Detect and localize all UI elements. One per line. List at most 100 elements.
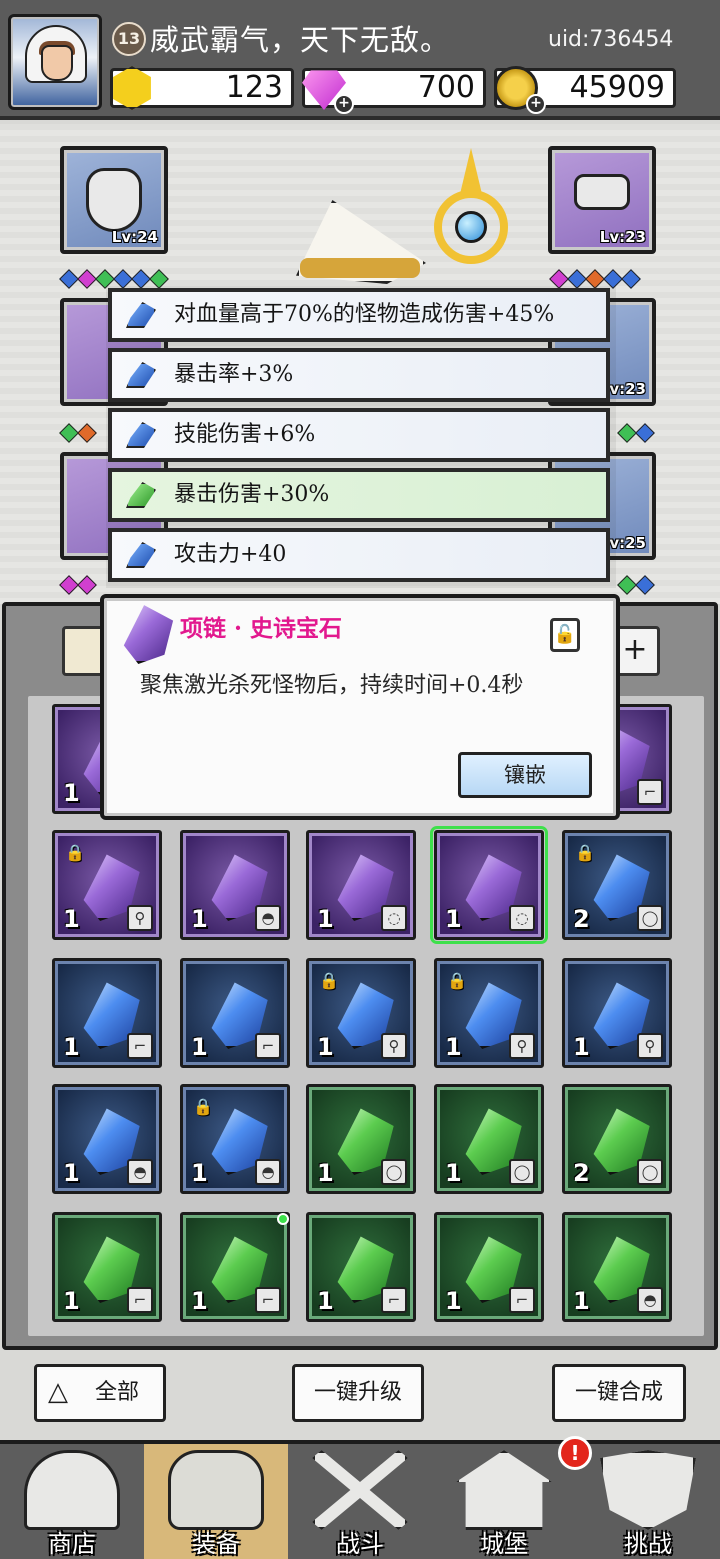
avatar-face [41,45,73,81]
boot-type-icon: ⌐ [255,1287,281,1313]
blue-gem-icon [126,422,156,448]
nav-battle[interactable]: 战斗 [288,1444,432,1559]
lock-icon: 🔒 [319,971,339,990]
equip-slot-weapon[interactable]: Lv:23 [548,146,656,254]
lock-icon: 🔒 [65,843,85,862]
hat-type-icon: ◓ [127,1159,153,1185]
lock-icon: 🔒 [447,971,467,990]
nav-challenge[interactable]: 挑战 [576,1444,720,1559]
boot-type-icon: ⌐ [381,1287,407,1313]
gem-slot[interactable]: 1 ◯ [306,1084,416,1194]
gem-count: 1 [191,905,208,933]
stat-text: 暴击伤害+30% [174,482,330,507]
popup-title: 项链 · 史诗宝石 [180,615,343,642]
gem-count: 1 [317,905,334,933]
backpack-icon [168,1450,264,1530]
stat-row: 攻击力+40 [108,528,610,582]
gem-slot[interactable]: 1 ◓ [180,830,290,940]
gem-slot[interactable]: 1 ◓ [562,1212,672,1322]
shop-mushroom-icon [24,1450,120,1530]
nav-challenge-label: 挑战 [624,1530,672,1558]
stat-row: 对血量高于70%的怪物造成伤害+45% [108,288,610,342]
new-indicator-dot [277,1213,289,1225]
boot-type-icon: ⌐ [509,1287,535,1313]
socket-gems [59,423,97,443]
nav-castle-label: 城堡 [480,1530,528,1558]
gem-count: 1 [317,1287,334,1315]
hero-hat-brim [300,258,420,278]
sword-type-icon: ⚲ [127,905,153,931]
gem-slot[interactable]: 1 ⚲ 🔒 [306,958,416,1068]
shield-icon [600,1450,696,1530]
gem-slot[interactable]: 1 ⌐ [180,958,290,1068]
socket-gems [59,575,97,595]
upgrade-all-button[interactable]: 一键升级 [292,1364,424,1422]
nav-battle-label: 战斗 [336,1530,384,1558]
nav-equipment[interactable]: 装备 [144,1444,288,1559]
gem-slot[interactable]: 1 ◯ [434,1084,544,1194]
weapon-icon [574,174,630,210]
ring-type-icon: ◯ [509,1159,535,1185]
staff-orb [455,211,487,243]
boot-type-icon: ⌐ [127,1287,153,1313]
socket-gems [617,575,655,595]
gem-slot[interactable]: 1 ⌐ [52,1212,162,1322]
stat-text: 暴击率+3% [174,362,294,387]
gem-count: 1 [573,1287,590,1315]
gem-count: 1 [63,905,80,933]
gem-count: 2 [573,905,590,933]
sword-type-icon: ⚲ [381,1033,407,1059]
gem-slot[interactable]: 1 ◓ 🔒 [180,1084,290,1194]
lock-icon: 🔒 [193,1097,213,1116]
blue-gem-icon [126,302,156,328]
gem-count: 1 [445,905,462,933]
stat-row: 技能伤害+6% [108,408,610,462]
boot-type-icon: ⌐ [255,1033,281,1059]
boot-type-icon: ⌐ [637,779,663,805]
helmet-icon [86,168,142,232]
gem-count: 1 [445,1033,462,1061]
crossed-swords-icon [312,1450,408,1530]
gem-slot[interactable]: 2 ◯ 🔒 [562,830,672,940]
inlay-button[interactable]: 镶嵌 [458,752,592,798]
nav-castle[interactable]: 城堡 [432,1444,576,1559]
gem-detail-popup: 项链 · 史诗宝石 🔓 聚焦激光杀死怪物后，持续时间+0.4秒 镶嵌 [100,594,620,820]
stat-row: 暴击率+3% [108,348,610,402]
gem-count: 1 [191,1159,208,1187]
nav-shop[interactable]: 商店 [0,1444,144,1559]
gem-slot[interactable]: 1 ◓ [52,1084,162,1194]
player-name: 威武霸气，天下无敌。 [150,23,451,57]
ring-type-icon: ◯ [637,905,663,931]
hat-type-icon: ◓ [637,1287,663,1313]
gem-slot[interactable]: 1 ◌ [306,830,416,940]
green-gem-icon [126,482,156,508]
blue-gem-icon [126,362,156,388]
unlock-icon[interactable]: 🔓 [550,618,580,652]
player-avatar[interactable] [8,14,102,110]
ring-type-icon: ◯ [637,1159,663,1185]
add-gems-button[interactable]: + [334,94,354,114]
gem-slot[interactable]: 1 ⚲ 🔒 [52,830,162,940]
gem-count: 1 [63,1159,80,1187]
purple-crystal-icon [123,605,174,664]
gem-slot[interactable]: 1 ⚲ [562,958,672,1068]
merge-all-button[interactable]: 一键合成 [552,1364,686,1422]
gem-slot[interactable]: 1 ◌ [430,826,548,944]
socket-gems [617,423,655,443]
gem-count: 2 [573,1159,590,1187]
gem-slot[interactable]: 1 ⌐ [52,958,162,1068]
hat-type-icon: ◓ [255,905,281,931]
boot-type-icon: ⌐ [127,1033,153,1059]
gem-slot[interactable]: 1 ⌐ [180,1212,290,1322]
gem-slot[interactable]: 1 ⌐ [434,1212,544,1322]
gem-slot[interactable]: 1 ⌐ [306,1212,416,1322]
equip-slot-helmet[interactable]: Lv:24 [60,146,168,254]
add-coins-button[interactable]: + [526,94,546,114]
stat-text: 攻击力+40 [174,542,287,567]
gem-count: 1 [317,1159,334,1187]
gem-count: 1 [191,1287,208,1315]
gem-slot[interactable]: 2 ◯ [562,1084,672,1194]
equip-level-label: Lv:23 [599,228,646,246]
gem-count: 1 [191,1033,208,1061]
gem-slot[interactable]: 1 ⚲ 🔒 [434,958,544,1068]
